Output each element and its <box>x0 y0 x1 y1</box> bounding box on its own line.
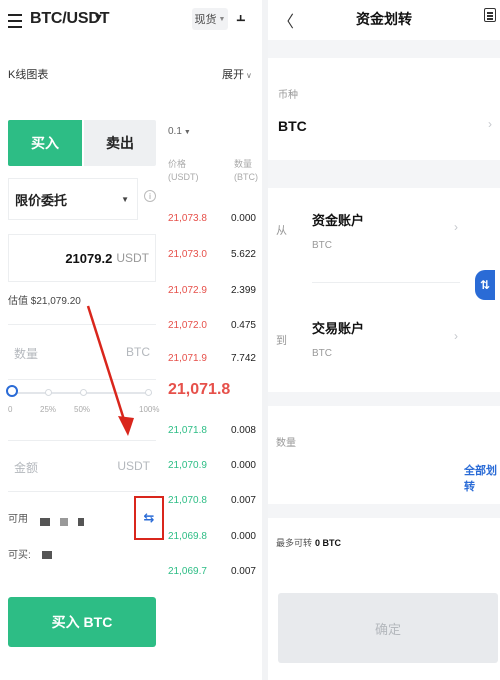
record-list-icon[interactable] <box>484 8 496 22</box>
quantity-placeholder: 数量 <box>14 347 39 361</box>
ask-qty: 0.000 <box>230 213 256 224</box>
kline-chart-label: K线图表 <box>8 69 49 81</box>
coin-select[interactable]: BTC <box>278 118 307 134</box>
slider-label-25: 25% <box>40 405 57 414</box>
bid-qty: 0.000 <box>230 460 256 471</box>
swap-accounts-button[interactable]: ⇅ <box>475 270 495 300</box>
transfer-all-button[interactable]: 全部划转 <box>464 462 500 494</box>
orderbook-price-header: 价格 (USDT) <box>168 158 199 184</box>
slider-label-0: 0 <box>8 405 13 414</box>
sell-tab[interactable]: 卖出 <box>84 120 156 166</box>
to-label: 到 <box>276 335 287 347</box>
chevron-down-icon: ▼ <box>218 15 226 23</box>
redacted-value <box>78 518 84 526</box>
to-account-coin: BTC <box>312 348 332 359</box>
ask-qty: 2.399 <box>230 285 256 296</box>
expand-chart-button[interactable]: 展开 ∨ <box>222 66 252 82</box>
bid-price[interactable]: 21,071.8 <box>168 425 207 436</box>
max-transfer-info: 最多可转 0 BTC <box>276 536 341 549</box>
section-gap <box>268 40 500 58</box>
max-transfer-label: 最多可转 <box>276 538 313 548</box>
to-account-select[interactable]: 交易账户 <box>312 318 364 337</box>
qty-header-label: 数量 <box>234 159 253 169</box>
ask-price[interactable]: 21,073.0 <box>168 249 207 260</box>
price-value: 21079.2 <box>65 250 113 266</box>
buy-tab[interactable]: 买入 <box>8 120 82 166</box>
bid-qty: 0.007 <box>230 495 256 506</box>
spot-tag-label: 现货 <box>194 14 217 26</box>
redacted-value <box>40 518 50 526</box>
price-header-label: 价格 <box>168 159 187 169</box>
bid-price[interactable]: 21,069.7 <box>168 566 207 577</box>
transfer-swap-icon: ⇆ <box>143 510 155 525</box>
trading-panel: BTC/USDT ▼ 现货 ▼ ⫠ K线图表 展开 ∨ 买入 卖出 限价委托 ▼ … <box>0 0 262 680</box>
chevron-right-icon[interactable]: › <box>488 117 492 131</box>
last-price: 21,071.8 <box>168 381 231 398</box>
bid-qty: 0.000 <box>230 531 256 542</box>
ask-qty: 7.742 <box>230 353 256 364</box>
confirm-button[interactable]: 确定 <box>278 593 498 663</box>
estimated-value: 估值 $21,079.20 <box>8 296 81 307</box>
account-divider <box>312 282 460 283</box>
chevron-right-icon[interactable]: › <box>454 329 458 343</box>
section-gap <box>268 504 500 518</box>
caret-down-icon: ▼ <box>183 129 191 136</box>
ask-price[interactable]: 21,072.9 <box>168 285 207 296</box>
slider-handle[interactable] <box>6 385 18 397</box>
chevron-right-icon[interactable]: › <box>454 220 458 234</box>
info-icon[interactable]: i <box>144 190 156 202</box>
coin-label: 币种 <box>278 90 298 101</box>
page-title: 资金划转 <box>356 11 412 27</box>
ask-price[interactable]: 21,073.8 <box>168 213 207 224</box>
ask-qty: 5.622 <box>230 249 256 260</box>
panel-divider <box>262 0 268 680</box>
from-account-select[interactable]: 资金账户 <box>312 210 364 229</box>
transfer-funds-button[interactable]: ⇆ <box>134 496 164 540</box>
slider-stop-25[interactable] <box>45 389 52 396</box>
bid-price[interactable]: 21,070.8 <box>168 495 207 506</box>
buy-btc-button[interactable]: 买入 BTC <box>8 597 156 647</box>
bid-price[interactable]: 21,070.9 <box>168 460 207 471</box>
section-gap <box>268 160 500 188</box>
order-type-select[interactable]: 限价委托 ▼ <box>8 178 138 220</box>
ask-qty: 0.475 <box>230 320 256 331</box>
price-unit: USDT <box>116 251 149 265</box>
red-annotation-arrow <box>86 305 134 436</box>
redacted-value <box>42 551 52 559</box>
qty-header-unit: (BTC) <box>234 172 258 182</box>
bid-qty: 0.007 <box>230 566 256 577</box>
chevron-down-icon: ∨ <box>246 71 252 80</box>
max-transfer-value: 0 BTC <box>315 538 342 548</box>
from-label: 从 <box>276 225 287 237</box>
redacted-value <box>60 518 68 526</box>
pair-caret-down-icon[interactable]: ▼ <box>93 12 104 24</box>
bid-qty: 0.008 <box>230 425 256 436</box>
section-gap <box>268 392 500 406</box>
ask-price[interactable]: 21,072.0 <box>168 320 207 331</box>
from-account-coin: BTC <box>312 240 332 251</box>
candlestick-chart-icon[interactable]: ⫠ <box>236 8 245 25</box>
amount-placeholder: 金额 <box>14 461 39 475</box>
amount-unit: USDT <box>117 459 150 473</box>
spot-market-selector[interactable]: 现货 ▼ <box>192 8 228 30</box>
orderbook-qty-header: 数量 (BTC) <box>234 158 258 184</box>
menu-icon[interactable] <box>8 14 22 28</box>
bid-price[interactable]: 21,069.8 <box>168 531 207 542</box>
transfer-qty-input[interactable] <box>276 452 456 482</box>
precision-value: 0.1 <box>168 126 182 137</box>
can-buy-label: 可买: <box>8 550 31 561</box>
price-header-unit: (USDT) <box>168 172 199 182</box>
price-input[interactable]: 21079.2 USDT <box>8 234 156 282</box>
available-label: 可用 <box>8 514 28 525</box>
order-type-label: 限价委托 <box>15 192 68 208</box>
caret-down-icon: ▼ <box>121 194 129 204</box>
expand-label: 展开 <box>222 69 244 81</box>
precision-selector[interactable]: 0.1 ▼ <box>168 126 191 137</box>
ask-price[interactable]: 21,071.9 <box>168 353 207 364</box>
transfer-qty-label: 数量 <box>276 438 296 449</box>
